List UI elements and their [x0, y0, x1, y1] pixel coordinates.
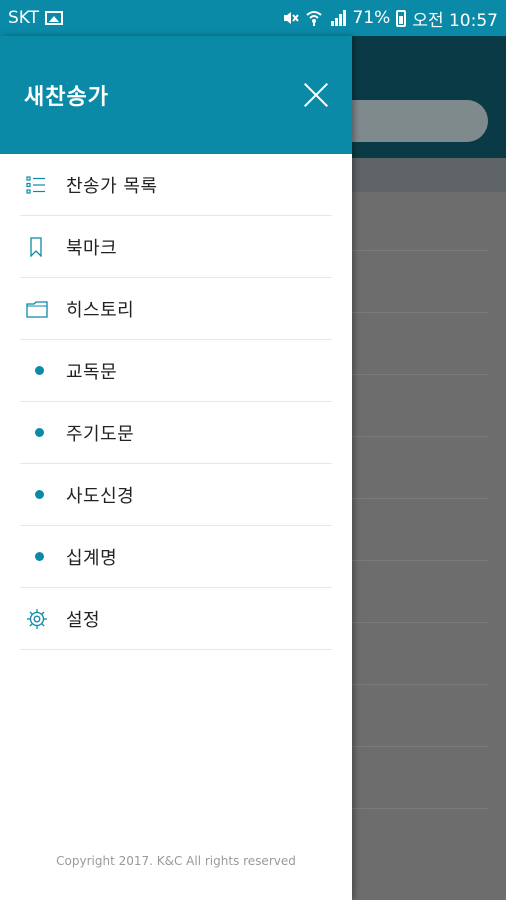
menu-item-responsive-reading[interactable]: 교독문 [20, 340, 332, 402]
carrier-label: SKT [8, 8, 40, 28]
menu-item-ten-commandments[interactable]: 십계명 [20, 526, 332, 588]
mute-icon [283, 12, 299, 24]
menu-item-label: 교독문 [66, 361, 118, 383]
dot-icon [20, 526, 60, 588]
background-row-divider [352, 746, 488, 747]
menu-item-bookmark[interactable]: 북마크 [20, 216, 332, 278]
background-row-divider [352, 436, 488, 437]
background-row-divider [352, 498, 488, 499]
menu-item-label: 주기도문 [66, 423, 135, 445]
clock: 오전 10:57 [412, 10, 498, 31]
list-icon [20, 154, 60, 216]
gear-icon [20, 588, 60, 650]
drawer-menu: 찬송가 목록 북마크 히스토리 교독문 주기도문 사도신경 십계명 설정 [0, 154, 352, 650]
status-bar: SKT 71% 오전 10:57 [0, 0, 506, 36]
wifi-icon [305, 11, 322, 26]
menu-item-lords-prayer[interactable]: 주기도문 [20, 402, 332, 464]
background-search-bar [330, 100, 488, 142]
signal-icon [330, 10, 346, 26]
background-row-divider [352, 808, 488, 809]
background-row-divider [352, 374, 488, 375]
menu-item-history[interactable]: 히스토리 [20, 278, 332, 340]
menu-item-label: 히스토리 [66, 299, 135, 321]
close-icon[interactable] [302, 81, 330, 109]
drawer-title: 새찬송가 [24, 85, 109, 110]
background-row-divider [352, 312, 488, 313]
copyright-footer: Copyright 2017. K&C All rights reserved [56, 854, 296, 868]
image-notification-icon [45, 11, 64, 25]
menu-item-hymn-list[interactable]: 찬송가 목록 [20, 154, 332, 216]
background-row-divider [352, 250, 488, 251]
background-row-divider [352, 560, 488, 561]
menu-item-label: 북마크 [66, 237, 118, 259]
background-row-divider [352, 622, 488, 623]
bookmark-icon [20, 216, 60, 278]
dot-icon [20, 340, 60, 402]
menu-item-label: 십계명 [66, 547, 118, 569]
drawer-header: 새찬송가 [0, 36, 352, 154]
battery-icon [396, 9, 407, 27]
menu-item-apostles-creed[interactable]: 사도신경 [20, 464, 332, 526]
menu-item-label: 사도신경 [66, 485, 135, 507]
menu-item-label: 설정 [66, 609, 101, 631]
navigation-drawer: 새찬송가 찬송가 목록 북마크 히스토리 교독문 주기도문 사도신경 십계명 설… [0, 36, 352, 900]
battery-percent: 71% [352, 8, 391, 28]
background-row-divider [352, 684, 488, 685]
dot-icon [20, 402, 60, 464]
menu-item-settings[interactable]: 설정 [20, 588, 332, 650]
folder-icon [20, 278, 60, 340]
dot-icon [20, 464, 60, 526]
menu-item-label: 찬송가 목록 [66, 175, 158, 197]
